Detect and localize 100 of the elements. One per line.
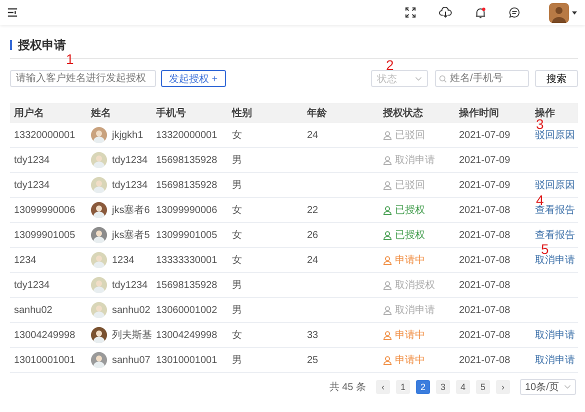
- table-cell-text: 女: [232, 229, 243, 242]
- status-text: 取消申请: [395, 154, 435, 167]
- table-cell-text: 2021-07-08: [459, 204, 512, 216]
- action-link[interactable]: 驳回原因: [535, 128, 578, 142]
- table-cell-text: jks塞者6: [112, 204, 150, 217]
- column-header: 年龄: [307, 106, 328, 120]
- table-cell-text: 13320000001: [156, 130, 218, 140]
- table-cell-text: 女: [232, 204, 243, 217]
- status-text: 申请中: [395, 254, 425, 267]
- table-cell-text: 13060001002: [156, 304, 218, 316]
- table-cell-text: 2021-07-09: [459, 180, 512, 190]
- table-cell: sanhu07: [112, 354, 150, 366]
- previous-page-button[interactable]: ‹: [376, 380, 390, 394]
- table-cell-text: tdy1234: [14, 180, 51, 190]
- table-cell-text: 2021-07-08: [459, 330, 512, 340]
- table-cell-text: 13099901005: [156, 230, 218, 240]
- caret-icon[interactable]: [572, 10, 577, 14]
- table-cell-text: 15698135928: [156, 154, 218, 166]
- status-text: 取消授权: [395, 278, 435, 292]
- table-cell: tdy1234: [112, 154, 148, 166]
- page-size-select[interactable]: 10条/页: [520, 379, 576, 395]
- table-cell-text: 2021-07-08: [459, 304, 512, 316]
- table-cell-text: 24: [307, 254, 320, 266]
- table-cell-text: 13320000001: [14, 130, 76, 140]
- table-cell-text: 13010001001: [14, 354, 76, 366]
- column-header: 操作: [535, 106, 556, 119]
- table-cell: tdy1234: [112, 280, 148, 290]
- customer-name-field[interactable]: 请输入客户姓名进行发起授权: [10, 70, 156, 87]
- table-cell-text: 13333330001: [156, 254, 218, 266]
- table-cell-text: 男: [232, 179, 243, 192]
- search-icon: [439, 74, 447, 82]
- table-cell: 1234: [112, 254, 134, 266]
- user-avatar-icon[interactable]: [549, 2, 569, 22]
- status-text: 申请中: [395, 354, 425, 367]
- status-text: 已驳回: [395, 129, 425, 142]
- table-cell-text: 1234: [14, 254, 38, 266]
- search-field[interactable]: 姓名/手机号: [435, 70, 529, 87]
- annotation-number: 1: [66, 52, 74, 66]
- column-header: 手机号: [156, 106, 187, 120]
- action-link[interactable]: 取消申请: [535, 353, 578, 367]
- table-cell: sanhu02: [112, 304, 150, 316]
- chevron-down-icon: [415, 76, 422, 80]
- table-cell-text: 13004249998: [14, 330, 76, 340]
- table-cell-text: 13010001001: [156, 354, 218, 366]
- table-cell-text: 列夫斯基: [112, 328, 152, 342]
- status-text: 已授权: [395, 228, 425, 242]
- status-text: 已驳回: [395, 179, 425, 192]
- table-cell-text: 女: [232, 329, 243, 342]
- table-cell-text: 2021-07-08: [459, 230, 512, 240]
- start-authorization-button[interactable]: 发起授权 +: [161, 70, 226, 87]
- cloud-download-icon[interactable]: [439, 7, 452, 18]
- page-button[interactable]: 5: [476, 380, 490, 394]
- column-header: 姓名: [91, 106, 112, 120]
- fullscreen-icon[interactable]: [405, 7, 416, 18]
- table-cell-text: 2021-07-08: [459, 254, 512, 266]
- search-button[interactable]: 搜索: [535, 70, 578, 87]
- column-header: 性别: [232, 106, 253, 120]
- table-cell-text: 男: [232, 154, 243, 167]
- status-text: 已授权: [395, 204, 425, 217]
- table-cell-text: 13004249998: [156, 330, 218, 340]
- page-button[interactable]: 2: [416, 380, 430, 394]
- table-cell-text: 2021-07-09: [459, 130, 512, 140]
- annotation-number: 3: [536, 117, 544, 131]
- column-header: 授权状态: [383, 106, 424, 120]
- table-cell-text: 15698135928: [156, 180, 218, 190]
- table-cell-text: 24: [307, 130, 320, 140]
- table-cell-text: 2021-07-08: [459, 280, 512, 290]
- page-button[interactable]: 4: [456, 380, 470, 394]
- chat-icon[interactable]: [509, 7, 520, 18]
- status-text: 申请中: [395, 328, 425, 342]
- action-link[interactable]: 查看报告: [535, 228, 578, 242]
- table-cell-text: 女: [232, 129, 243, 142]
- table-cell-text: 13099990006: [14, 204, 76, 216]
- table-cell-text: 26: [307, 230, 320, 240]
- table-cell-text: 2021-07-08: [459, 354, 512, 366]
- table-cell-text: 13099901005: [14, 230, 76, 240]
- column-header: 操作时间: [459, 106, 500, 120]
- next-page-button[interactable]: ›: [496, 380, 510, 394]
- table-cell-text: 13099990006: [156, 204, 218, 216]
- table-cell-text: 男: [232, 279, 243, 292]
- table-cell-text: 33: [307, 330, 320, 340]
- action-link[interactable]: 驳回原因: [535, 178, 578, 192]
- page-button[interactable]: 3: [436, 380, 450, 394]
- action-link[interactable]: 查看报告: [535, 203, 578, 217]
- table-cell-text: 女: [232, 254, 243, 267]
- annotation-number: 2: [386, 58, 394, 72]
- menu-icon[interactable]: [7, 7, 18, 18]
- action-link[interactable]: 取消申请: [535, 328, 578, 342]
- table-cell-text: sanhu02: [14, 304, 54, 316]
- table-cell-text: jks塞者5: [112, 228, 150, 242]
- status-text: 取消申请: [395, 304, 435, 317]
- bell-icon[interactable]: [475, 6, 486, 18]
- annotation-number: 5: [541, 242, 549, 256]
- action-link[interactable]: 取消申请: [535, 253, 578, 267]
- page-title: 授权申请: [18, 36, 66, 54]
- table-cell-text: 男: [232, 354, 243, 367]
- page-button[interactable]: 1: [396, 380, 410, 394]
- table-cell-text: 22: [307, 204, 320, 216]
- table-cell-text: tdy1234: [14, 154, 51, 166]
- table-cell-text: 男: [232, 304, 243, 317]
